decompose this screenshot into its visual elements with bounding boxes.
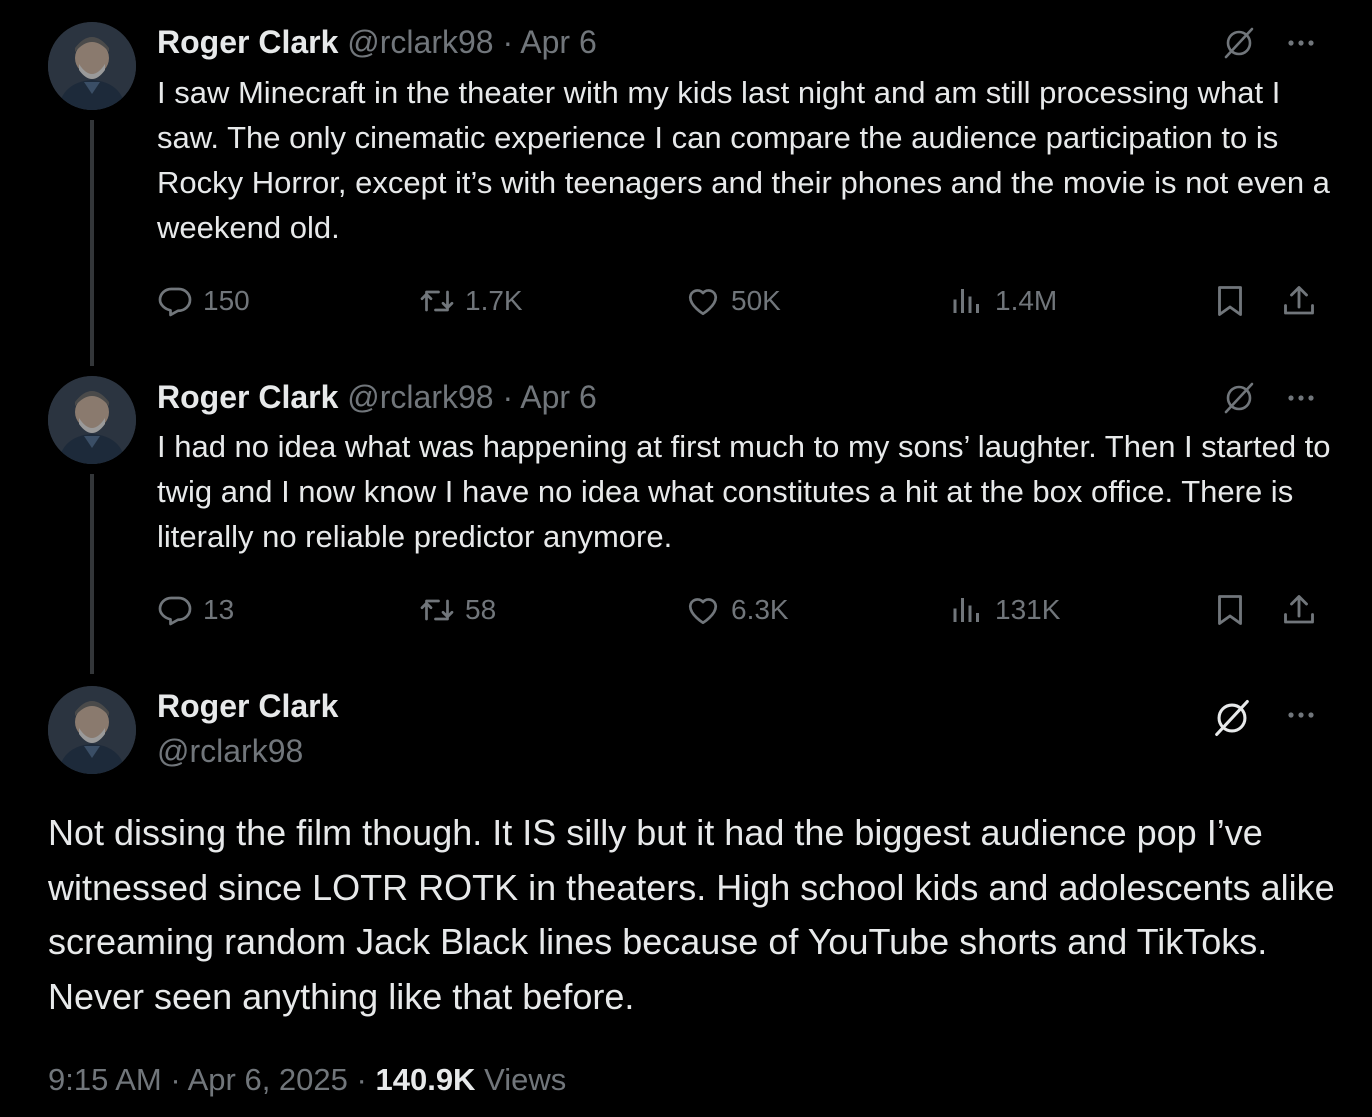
like-icon [685, 592, 721, 628]
repost-button[interactable]: 1.7K [419, 281, 523, 321]
reply-icon [157, 283, 193, 319]
like-button[interactable]: 50K [685, 281, 781, 321]
reply-icon [157, 592, 193, 628]
views-count: 131K [995, 594, 1061, 625]
more-icon[interactable] [1284, 698, 1318, 732]
author-name[interactable]: Roger Clark [157, 379, 338, 415]
tweet-date[interactable]: Apr 6 [520, 24, 596, 60]
like-button[interactable]: 6.3K [685, 590, 789, 630]
grok-icon[interactable] [1212, 698, 1252, 738]
repost-count: 58 [465, 594, 497, 625]
separator: · [502, 24, 514, 60]
tweet-header: Roger Clark @rclark98 · Apr 6 [157, 377, 597, 417]
views-button[interactable]: 1.4M [949, 281, 1057, 321]
reply-count: 150 [203, 285, 250, 316]
more-icon[interactable] [1284, 26, 1318, 60]
tweet-actions: 150 1.7K 50K 1.4M [157, 281, 1327, 321]
avatar[interactable] [48, 22, 136, 110]
main-tweet-text: Not dissing the film though. It IS silly… [48, 812, 1335, 1017]
thread-line [90, 474, 94, 674]
bookmark-button[interactable] [1212, 590, 1248, 630]
share-button[interactable] [1281, 590, 1317, 630]
more-icon[interactable] [1284, 381, 1318, 415]
reply-count: 13 [203, 594, 235, 625]
avatar[interactable] [48, 686, 136, 774]
share-icon [1281, 283, 1317, 319]
reply-button[interactable]: 13 [157, 590, 234, 630]
separator: · [502, 379, 514, 415]
share-button[interactable] [1281, 281, 1317, 321]
separator: · [170, 1062, 181, 1097]
main-author-name: Roger Clark [157, 686, 338, 726]
views-button[interactable]: 131K [949, 590, 1060, 630]
views-icon [949, 592, 985, 628]
tweet-header: Roger Clark @rclark98 · Apr 6 [157, 22, 597, 62]
author-name[interactable]: Roger Clark [157, 24, 338, 60]
author-handle[interactable]: @rclark98 [157, 733, 303, 769]
repost-icon [419, 592, 455, 628]
repost-icon [419, 283, 455, 319]
views-count: 1.4M [995, 285, 1058, 316]
tweet-metadata: 9:15 AM · Apr 6, 2025 · 140.9K Views [48, 1060, 566, 1100]
like-count: 50K [731, 285, 781, 316]
tweet-time[interactable]: 9:15 AM [48, 1062, 162, 1097]
author-handle[interactable]: @rclark98 [347, 24, 493, 60]
tweet-text: I had no idea what was happening at firs… [157, 429, 1331, 554]
separator: · [356, 1062, 367, 1097]
bookmark-icon [1212, 592, 1248, 628]
like-icon [685, 283, 721, 319]
tweet-date[interactable]: Apr 6 [520, 379, 596, 415]
author-name[interactable]: Roger Clark [157, 688, 338, 724]
bookmark-button[interactable] [1212, 281, 1248, 321]
views-count: 140.9K [375, 1062, 476, 1097]
share-icon [1281, 592, 1317, 628]
main-author-handle: @rclark98 [157, 731, 303, 771]
tweet-text: I saw Minecraft in the theater with my k… [157, 75, 1330, 245]
views-icon [949, 283, 985, 319]
author-handle[interactable]: @rclark98 [347, 379, 493, 415]
tweet-actions: 13 58 6.3K 131K [157, 590, 1327, 630]
repost-button[interactable]: 58 [419, 590, 496, 630]
tweet-full-date[interactable]: Apr 6, 2025 [188, 1062, 348, 1097]
reply-button[interactable]: 150 [157, 281, 250, 321]
views-label: Views [484, 1062, 567, 1097]
bookmark-icon [1212, 283, 1248, 319]
thread-line [90, 120, 94, 366]
repost-count: 1.7K [465, 285, 523, 316]
avatar[interactable] [48, 376, 136, 464]
like-count: 6.3K [731, 594, 789, 625]
grok-icon[interactable] [1222, 381, 1256, 415]
grok-icon[interactable] [1222, 26, 1256, 60]
